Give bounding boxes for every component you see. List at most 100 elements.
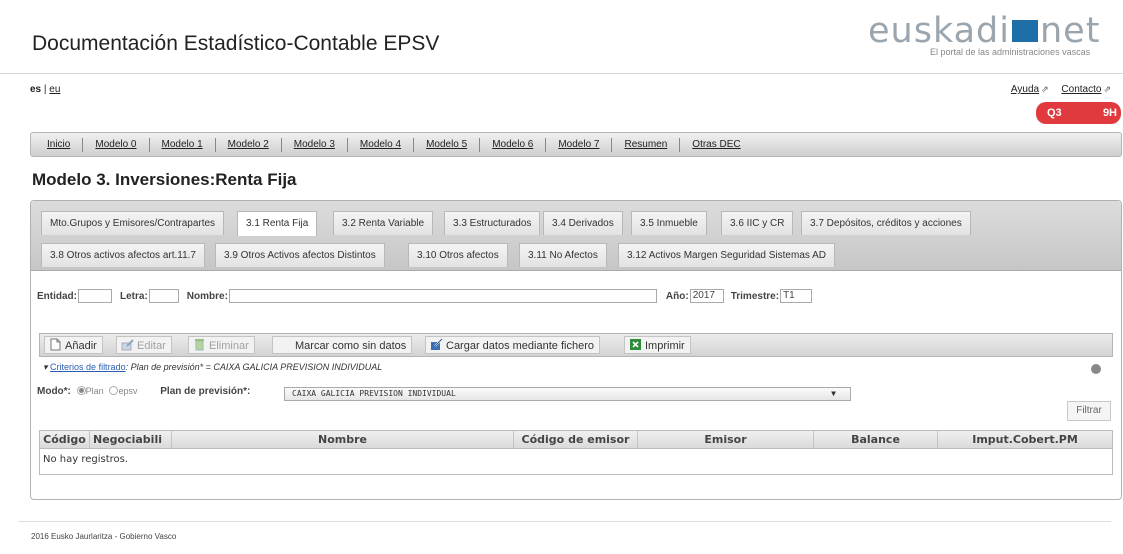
- logo-text-euskadi: euskadi: [868, 11, 1010, 51]
- section-title: Modelo 3. Inversiones:Renta Fija: [32, 170, 297, 189]
- entidad-label: Entidad:: [37, 290, 77, 302]
- logo-wordmark: euskadi net: [868, 11, 1100, 51]
- radio-epsv-label: epsv: [118, 386, 138, 396]
- main-panel: Mto.Grupos y Emisores/Contrapartes 3.1 R…: [30, 200, 1122, 500]
- nav-modelo-7[interactable]: Modelo 7: [546, 137, 613, 152]
- col-codigo-emisor[interactable]: Código de emisor: [514, 431, 638, 449]
- header: Documentación Estadístico-Contable EPSV …: [0, 0, 1123, 74]
- tab-3-12-activos-margen[interactable]: 3.12 Activos Margen Seguridad Sistemas A…: [618, 243, 835, 267]
- logo-block-icon: [1012, 20, 1038, 42]
- results-grid: Código Negociabili Nombre Código de emis…: [39, 430, 1113, 475]
- external-link-icon: ⇗: [1103, 84, 1111, 94]
- badge-left-text: Q3: [1047, 107, 1062, 119]
- anio-label: Año:: [665, 290, 689, 302]
- nav-modelo-3[interactable]: Modelo 3: [282, 137, 348, 152]
- empty-message: No hay registros.: [43, 454, 129, 465]
- collapse-arrow-icon[interactable]: ▾: [43, 362, 48, 372]
- col-emisor[interactable]: Emisor: [638, 431, 814, 449]
- lang-separator: |: [43, 84, 47, 95]
- top-links: Ayuda ⇗ Contacto ⇗: [1001, 84, 1111, 95]
- nav-modelo-6[interactable]: Modelo 6: [480, 137, 547, 152]
- trash-icon: [195, 339, 204, 351]
- grid-header: Código Negociabili Nombre Código de emis…: [40, 431, 1112, 449]
- print-button[interactable]: Imprimir: [624, 336, 691, 354]
- letra-label: Letra:: [120, 290, 148, 302]
- trimestre-label: Trimestre:: [730, 290, 780, 302]
- modo-label: Modo*:: [37, 386, 71, 397]
- delete-button-label: Eliminar: [209, 340, 249, 352]
- radio-plan-label: Plan: [85, 386, 104, 396]
- criteria-text: : Plan de previsión* = CAIXA GALICIA PRE…: [125, 362, 383, 372]
- tab-3-8-otros-activos[interactable]: 3.8 Otros activos afectos art.11.7: [41, 243, 205, 267]
- tab-mto-grupos[interactable]: Mto.Grupos y Emisores/Contrapartes: [41, 211, 225, 235]
- edit-button-label: Editar: [137, 340, 166, 352]
- edit-button[interactable]: Editar: [116, 336, 172, 354]
- lang-current: es: [30, 84, 42, 95]
- load-file-button[interactable]: Cargar datos mediante fichero: [425, 336, 600, 354]
- tab-3-2-renta-variable[interactable]: 3.2 Renta Variable: [333, 211, 434, 235]
- tab-3-6-iic-cr[interactable]: 3.6 IIC y CR: [721, 211, 794, 235]
- collapse-circle-icon[interactable]: [1091, 364, 1101, 374]
- nav-otras-dec[interactable]: Otras DEC: [680, 138, 752, 152]
- nav-modelo-5[interactable]: Modelo 5: [414, 137, 481, 152]
- modo-filter: Modo*: Plan epsv Plan de previsión*:: [37, 386, 250, 397]
- filter-button[interactable]: Filtrar: [1067, 401, 1111, 421]
- nav-resumen[interactable]: Resumen: [612, 137, 681, 152]
- nav-modelo-0[interactable]: Modelo 0: [83, 137, 150, 152]
- col-negociabilidad[interactable]: Negociabili: [90, 431, 172, 449]
- tab-3-3-estructurados[interactable]: 3.3 Estructurados: [444, 211, 541, 235]
- load-file-label: Cargar datos mediante fichero: [446, 340, 594, 352]
- excel-icon: [630, 339, 641, 350]
- upload-edit-icon: [431, 338, 443, 350]
- tab-3-11-no-afectos[interactable]: 3.11 No Afectos: [519, 243, 607, 267]
- contact-link[interactable]: Contacto: [1061, 84, 1101, 95]
- tab-3-7-depositos[interactable]: 3.7 Depósitos, créditos y acciones: [801, 211, 971, 235]
- plan-select-value: CAIXA GALICIA PREVISION INDIVIDUAL: [292, 389, 456, 398]
- help-link[interactable]: Ayuda: [1011, 84, 1039, 95]
- document-add-icon: [50, 338, 61, 351]
- logo-subtitle: El portal de las administraciones vascas: [930, 47, 1091, 57]
- tab-3-1-renta-fija[interactable]: 3.1 Renta Fija: [237, 211, 318, 236]
- status-badge: Q3 9H: [1036, 102, 1121, 124]
- action-toolbar: Añadir Editar Eliminar Marcar como sin d…: [39, 333, 1113, 357]
- add-button[interactable]: Añadir: [44, 336, 103, 354]
- tab-3-9-otros-distintos[interactable]: 3.9 Otros Activos afectos Distintos: [215, 243, 385, 267]
- nombre-label: Nombre:: [186, 290, 228, 302]
- lang-link-eu[interactable]: eu: [49, 84, 60, 95]
- col-nombre[interactable]: Nombre: [172, 431, 514, 449]
- tab-3-5-inmueble[interactable]: 3.5 Inmueble: [631, 211, 707, 235]
- main-nav: Inicio Modelo 0 Modelo 1 Modelo 2 Modelo…: [30, 132, 1122, 157]
- tab-3-4-derivados[interactable]: 3.4 Derivados: [543, 211, 623, 235]
- entidad-field[interactable]: [78, 289, 112, 303]
- add-button-label: Añadir: [65, 340, 97, 352]
- criteria-link[interactable]: Criterios de filtrado: [50, 362, 126, 372]
- external-link-icon: ⇗: [1041, 84, 1049, 94]
- delete-button[interactable]: Eliminar: [188, 336, 255, 354]
- footer-divider: [18, 521, 1111, 522]
- col-codigo[interactable]: Código: [40, 431, 90, 449]
- nav-inicio[interactable]: Inicio: [43, 137, 84, 152]
- filter-criteria-summary: ▾ Criterios de filtrado: Plan de previsi…: [43, 362, 382, 373]
- nav-modelo-2[interactable]: Modelo 2: [216, 137, 282, 152]
- nombre-field[interactable]: [228, 289, 657, 303]
- nav-modelo-1[interactable]: Modelo 1: [150, 137, 216, 152]
- chevron-down-icon: ▼: [831, 389, 836, 398]
- header-filter-line: Entidad: Letra: Nombre: Año: 2017 Trimes…: [37, 289, 815, 303]
- language-switcher: es | eu: [30, 84, 60, 95]
- letra-field[interactable]: [148, 289, 179, 303]
- tab-3-10-otros-afectos[interactable]: 3.10 Otros afectos: [408, 243, 508, 267]
- plan-select[interactable]: CAIXA GALICIA PREVISION INDIVIDUAL ▼: [284, 387, 851, 401]
- footer: 2016 Eusko Jaurlaritza - Gobierno Vasco: [31, 532, 177, 541]
- col-balance[interactable]: Balance: [814, 431, 938, 449]
- trimestre-field[interactable]: T1: [780, 289, 813, 303]
- print-button-label: Imprimir: [645, 340, 685, 352]
- radio-plan[interactable]: [76, 386, 86, 395]
- badge-right-text: 9H: [1102, 107, 1117, 119]
- euskadi-net-logo[interactable]: euskadi net El portal de las administraci…: [868, 14, 1118, 60]
- edit-icon: [121, 339, 134, 351]
- nav-modelo-4[interactable]: Modelo 4: [348, 137, 415, 152]
- anio-field[interactable]: 2017: [689, 289, 724, 303]
- tab-bar: Mto.Grupos y Emisores/Contrapartes 3.1 R…: [31, 201, 1121, 271]
- col-imput-cobert[interactable]: Imput.Cobert.PM: [938, 431, 1112, 449]
- mark-no-data-button[interactable]: Marcar como sin datos: [272, 336, 413, 354]
